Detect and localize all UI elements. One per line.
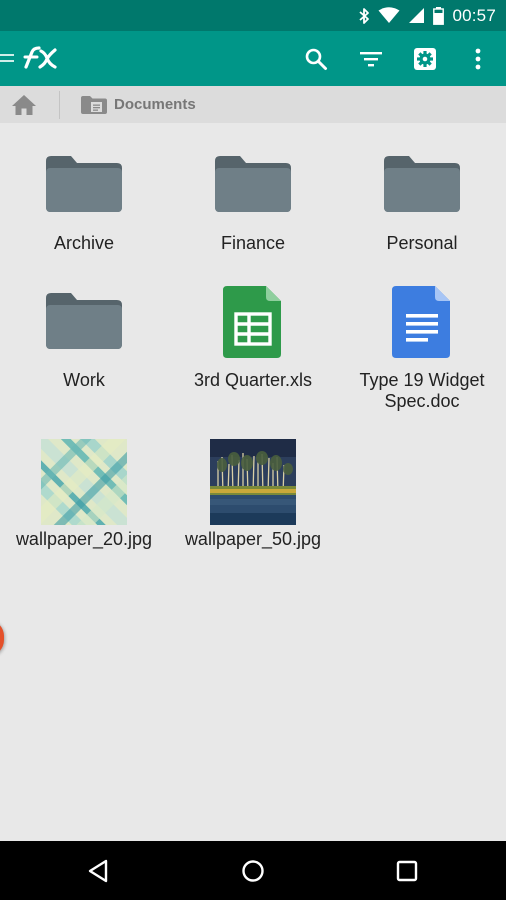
breadcrumb-current-label: Documents: [114, 96, 196, 113]
breadcrumb-divider: [59, 91, 60, 119]
file-name: wallpaper_20.jpg: [15, 529, 153, 549]
thumb-work: [0, 290, 168, 352]
settings-icon: [414, 48, 436, 70]
thumb-finance: [169, 153, 337, 215]
file-item-wallpaper-20[interactable]: wallpaper_20.jpg: [0, 439, 168, 559]
image-thumbnail-forest-lake: [210, 439, 296, 525]
search-icon: [305, 48, 327, 70]
file-name: Finance: [220, 233, 286, 253]
thumb-personal: [338, 153, 506, 215]
file-item-work[interactable]: Work: [0, 290, 168, 420]
status-bar: 00:57: [0, 0, 506, 31]
settings-button[interactable]: [405, 39, 445, 79]
file-item-archive[interactable]: Archive: [0, 153, 168, 263]
home-icon: [12, 94, 36, 115]
breadcrumb-home[interactable]: [0, 86, 48, 123]
wifi-icon: [378, 7, 400, 23]
thumb-archive: [0, 153, 168, 215]
system-nav-bar: [0, 841, 506, 900]
folder-icon: [215, 156, 291, 212]
battery-icon: [433, 6, 445, 25]
home-circle-icon: [242, 860, 264, 882]
sort-filter-button[interactable]: [351, 39, 391, 79]
nav-recents-button[interactable]: [387, 851, 427, 891]
cell-signal-icon: [409, 8, 425, 23]
status-time: 00:57: [452, 5, 496, 25]
nav-back-button[interactable]: [78, 851, 118, 891]
more-vert-icon: [475, 48, 481, 70]
file-name: Personal: [386, 233, 458, 253]
bluetooth-icon: [359, 7, 370, 24]
file-item-type-19-widget-spec[interactable]: Type 19 Widget Spec.doc: [338, 286, 506, 416]
file-name: Work: [63, 370, 105, 390]
file-item-3rd-quarter-xls[interactable]: 3rd Quarter.xls: [169, 286, 337, 416]
file-name: Archive: [53, 233, 115, 253]
file-grid: Archive Finance Personal Work 3rd Quarte…: [0, 123, 506, 841]
drawer-handle-icon[interactable]: [0, 54, 14, 63]
back-icon: [88, 859, 108, 883]
thumb-widget-spec: [338, 286, 506, 358]
document-icon: [392, 286, 450, 358]
folder-icon: [46, 156, 122, 212]
breadcrumb: Documents: [0, 86, 506, 123]
more-options-button[interactable]: [458, 39, 498, 79]
folder-icon: [46, 293, 122, 349]
recents-icon: [396, 860, 418, 882]
image-thumbnail-geometric: [41, 439, 127, 525]
app-toolbar: [0, 31, 506, 86]
breadcrumb-documents[interactable]: Documents: [80, 86, 196, 123]
file-name: wallpaper_50.jpg: [184, 529, 322, 549]
spreadsheet-icon: [223, 286, 281, 358]
file-item-personal[interactable]: Personal: [338, 153, 506, 263]
thumb-3rd-quarter: [169, 286, 337, 358]
search-button[interactable]: [296, 39, 336, 79]
folder-icon: [384, 156, 460, 212]
thumb-wallpaper-20: [0, 439, 168, 525]
file-item-finance[interactable]: Finance: [169, 153, 337, 263]
file-item-wallpaper-50[interactable]: wallpaper_50.jpg: [169, 439, 337, 559]
nav-home-button[interactable]: [233, 851, 273, 891]
fx-logo-icon[interactable]: [20, 43, 60, 73]
thumb-wallpaper-50: [169, 439, 337, 525]
sort-filter-icon: [360, 52, 382, 67]
file-name: Type 19 Widget Spec.doc: [359, 370, 485, 411]
file-name: 3rd Quarter.xls: [193, 370, 313, 390]
documents-folder-icon: [81, 95, 107, 114]
status-icons: 00:57: [358, 0, 496, 31]
